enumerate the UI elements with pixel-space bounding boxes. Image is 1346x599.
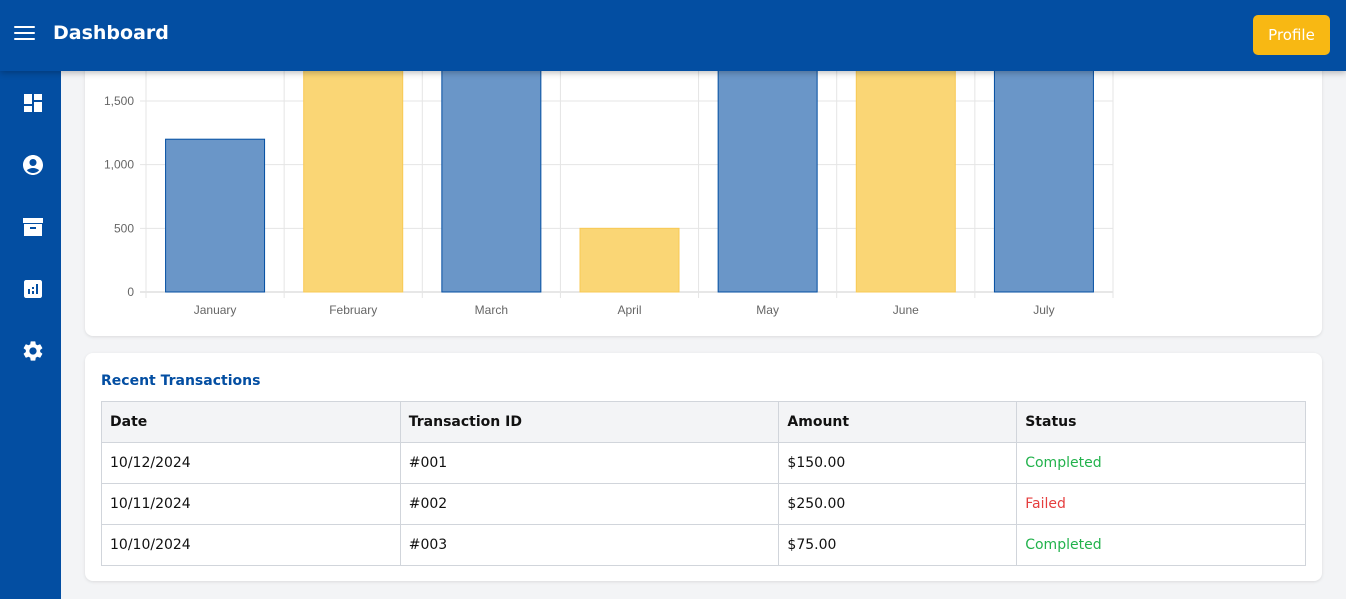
analytics-icon[interactable] (21, 277, 45, 301)
profile-button[interactable]: Profile (1253, 15, 1330, 55)
x-tick-label: July (1033, 303, 1054, 317)
table-header-row: Date Transaction ID Amount Status (101, 401, 1306, 443)
column-header-date: Date (101, 401, 401, 443)
cell-amount: $75.00 (778, 524, 1018, 566)
x-tick-label: May (756, 303, 779, 317)
status-completed: Completed (1016, 524, 1306, 566)
y-tick-label: 1,500 (104, 94, 134, 108)
chart-bar (717, 36, 818, 293)
x-tick-label: February (329, 303, 377, 317)
y-tick-label: 1,000 (104, 158, 134, 172)
table-row: 10/12/2024 #001 $150.00 Completed (101, 442, 1306, 484)
cell-amount: $250.00 (778, 483, 1018, 525)
chart-bar (579, 227, 680, 293)
section-title: Recent Transactions (101, 373, 261, 389)
settings-gear-icon[interactable] (21, 339, 45, 363)
status-failed: Failed (1016, 483, 1306, 525)
cell-transaction-id: #003 (399, 524, 780, 566)
column-header-amount: Amount (778, 401, 1018, 443)
cell-date: 10/12/2024 (101, 442, 401, 484)
cell-date: 10/11/2024 (101, 483, 401, 525)
column-header-transaction-id: Transaction ID (399, 401, 780, 443)
x-tick-label: March (475, 303, 508, 317)
page-title: Dashboard (53, 22, 169, 44)
transactions-table: Date Transaction ID Amount Status 10/12/… (101, 401, 1306, 566)
y-tick-label: 500 (114, 221, 134, 235)
sidebar (0, 71, 61, 599)
x-tick-label: January (194, 303, 237, 317)
cell-transaction-id: #001 (399, 442, 780, 484)
chart-bar (165, 138, 266, 293)
cell-transaction-id: #002 (399, 483, 780, 525)
archive-icon[interactable] (21, 215, 45, 239)
top-app-bar: Dashboard Profile (0, 0, 1346, 71)
x-tick-label: June (893, 303, 919, 317)
cell-amount: $150.00 (778, 442, 1018, 484)
hamburger-menu-icon[interactable] (14, 26, 35, 42)
x-tick-label: April (617, 303, 641, 317)
column-header-status: Status (1016, 401, 1306, 443)
cell-date: 10/10/2024 (101, 524, 401, 566)
chart-bar (303, 49, 404, 293)
dashboard-icon[interactable] (21, 91, 45, 115)
table-row: 10/11/2024 #002 $250.00 Failed (101, 483, 1306, 525)
account-circle-icon[interactable] (21, 153, 45, 177)
recent-transactions-card: Recent Transactions Date Transaction ID … (85, 353, 1322, 581)
table-row: 10/10/2024 #003 $75.00 Completed (101, 524, 1306, 566)
status-completed: Completed (1016, 442, 1306, 484)
y-tick-label: 0 (127, 285, 134, 299)
